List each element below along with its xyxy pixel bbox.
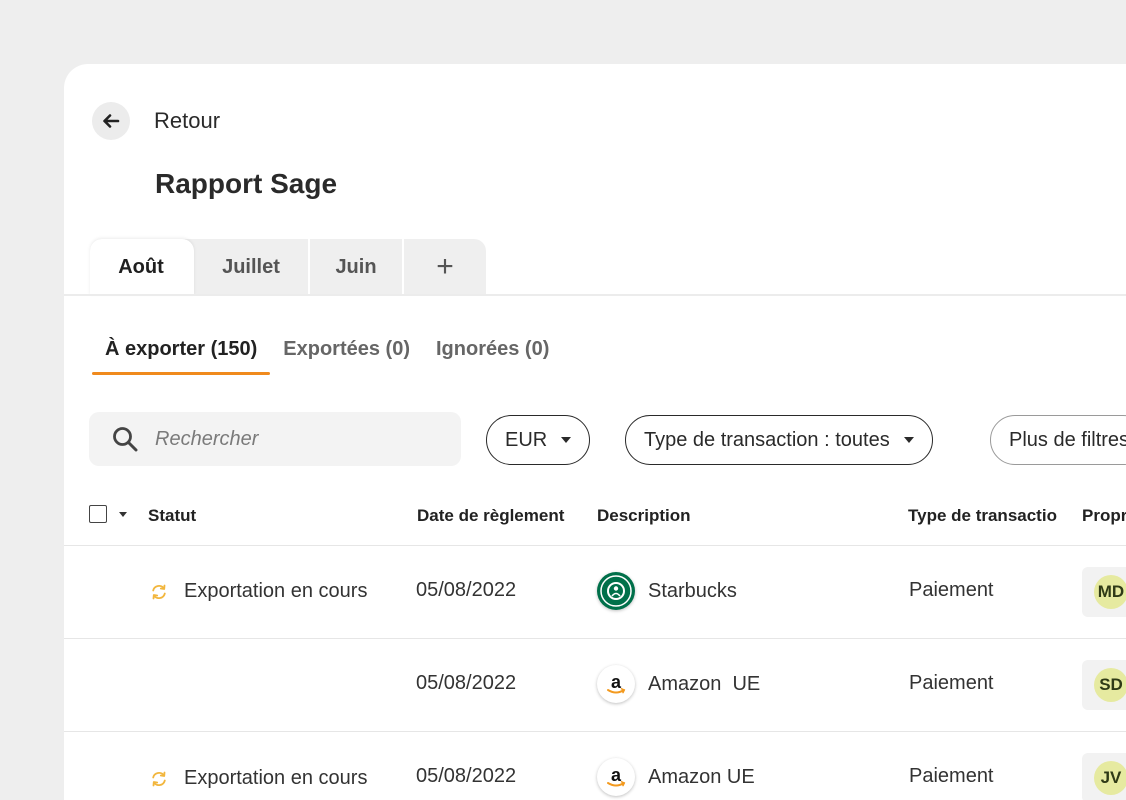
date-cell: 05/08/2022	[416, 579, 517, 601]
table-row[interactable]: Exportation en cours 05/08/2022 a Amazon…	[64, 732, 1126, 800]
status-cell: Exportation en cours	[150, 580, 367, 603]
amazon-logo: a	[597, 758, 635, 796]
avatar: JV	[1094, 761, 1126, 795]
column-header-type[interactable]: Type de transactio	[908, 506, 1057, 526]
merchant-name: Amazon UE	[648, 765, 755, 788]
starbucks-logo	[597, 572, 635, 610]
column-header-description[interactable]: Description	[597, 506, 691, 526]
sync-icon	[152, 771, 166, 786]
currency-filter[interactable]: EUR	[486, 415, 591, 465]
caret-down-icon	[561, 437, 572, 443]
avatar: SD	[1094, 668, 1126, 702]
avatar: MD	[1094, 575, 1126, 609]
add-tab-button[interactable]: +	[404, 239, 486, 295]
column-header-date[interactable]: Date de règlement	[417, 506, 564, 526]
column-header-status[interactable]: Statut	[148, 506, 196, 526]
date-cell: 05/08/2022	[416, 765, 517, 787]
select-all-checkbox[interactable]	[89, 505, 107, 523]
owner-cell: SD	[1082, 660, 1126, 710]
status-text: Exportation en cours	[184, 767, 368, 789]
merchant-cell: a Amazon UE	[597, 665, 760, 703]
tab-juin[interactable]: Juin	[310, 239, 404, 295]
table-row[interactable]: 05/08/2022 a Amazon UE Paiement SD	[64, 639, 1126, 732]
transaction-type-cell: Paiement	[909, 579, 994, 601]
column-header-owner[interactable]: Propr	[1082, 506, 1126, 526]
svg-text:a: a	[611, 765, 622, 785]
tab-aout[interactable]: Août	[90, 239, 194, 295]
page-title: Rapport Sage	[155, 168, 338, 199]
arrow-left-icon	[103, 114, 120, 128]
caret-down-icon[interactable]	[119, 512, 127, 517]
currency-filter-label: EUR	[505, 428, 548, 451]
merchant-name: Amazon UE	[648, 672, 761, 695]
transaction-type-filter-label: Type de transaction : toutes	[644, 428, 890, 451]
sync-icon	[152, 584, 166, 599]
report-panel: Retour Rapport Sage Août Juillet Juin + …	[64, 64, 1126, 800]
table-row[interactable]: Exportation en cours 05/08/2022 Starbuck…	[64, 546, 1126, 639]
more-filters-label: Plus de filtres	[1009, 428, 1126, 451]
svg-text:a: a	[611, 672, 622, 692]
tab-juillet[interactable]: Juillet	[194, 239, 310, 295]
owner-cell: MD	[1082, 567, 1126, 617]
search-input[interactable]	[155, 427, 415, 451]
back-button[interactable]	[92, 102, 130, 140]
amazon-logo: a	[597, 665, 635, 703]
status-cell: Exportation en cours	[150, 767, 367, 790]
merchant-name: Starbucks	[648, 579, 737, 602]
merchant-cell: a Amazon UE	[597, 758, 755, 796]
month-tabs: Août Juillet Juin +	[90, 239, 486, 295]
search-icon	[113, 427, 138, 452]
tabs-divider	[64, 294, 1126, 296]
owner-cell: JV	[1082, 753, 1126, 800]
table-header: Statut Date de règlement Description Typ…	[64, 494, 1126, 546]
tab-exportees[interactable]: Exportées (0)	[270, 334, 423, 374]
transaction-type-cell: Paiement	[909, 765, 994, 787]
transaction-type-cell: Paiement	[909, 672, 994, 694]
merchant-cell: Starbucks	[597, 572, 737, 610]
status-tabs: À exporter (150) Exportées (0) Ignorées …	[92, 334, 562, 375]
back-row: Retour	[92, 102, 220, 140]
tab-a-exporter[interactable]: À exporter (150)	[92, 334, 271, 375]
caret-down-icon	[903, 437, 914, 443]
date-cell: 05/08/2022	[416, 672, 517, 694]
search-box[interactable]	[89, 412, 461, 466]
status-text: Exportation en cours	[184, 580, 368, 602]
transaction-type-filter[interactable]: Type de transaction : toutes	[625, 415, 933, 465]
tab-ignorees[interactable]: Ignorées (0)	[423, 334, 562, 374]
back-link[interactable]: Retour	[154, 108, 220, 134]
more-filters-button[interactable]: Plus de filtres	[990, 415, 1126, 465]
